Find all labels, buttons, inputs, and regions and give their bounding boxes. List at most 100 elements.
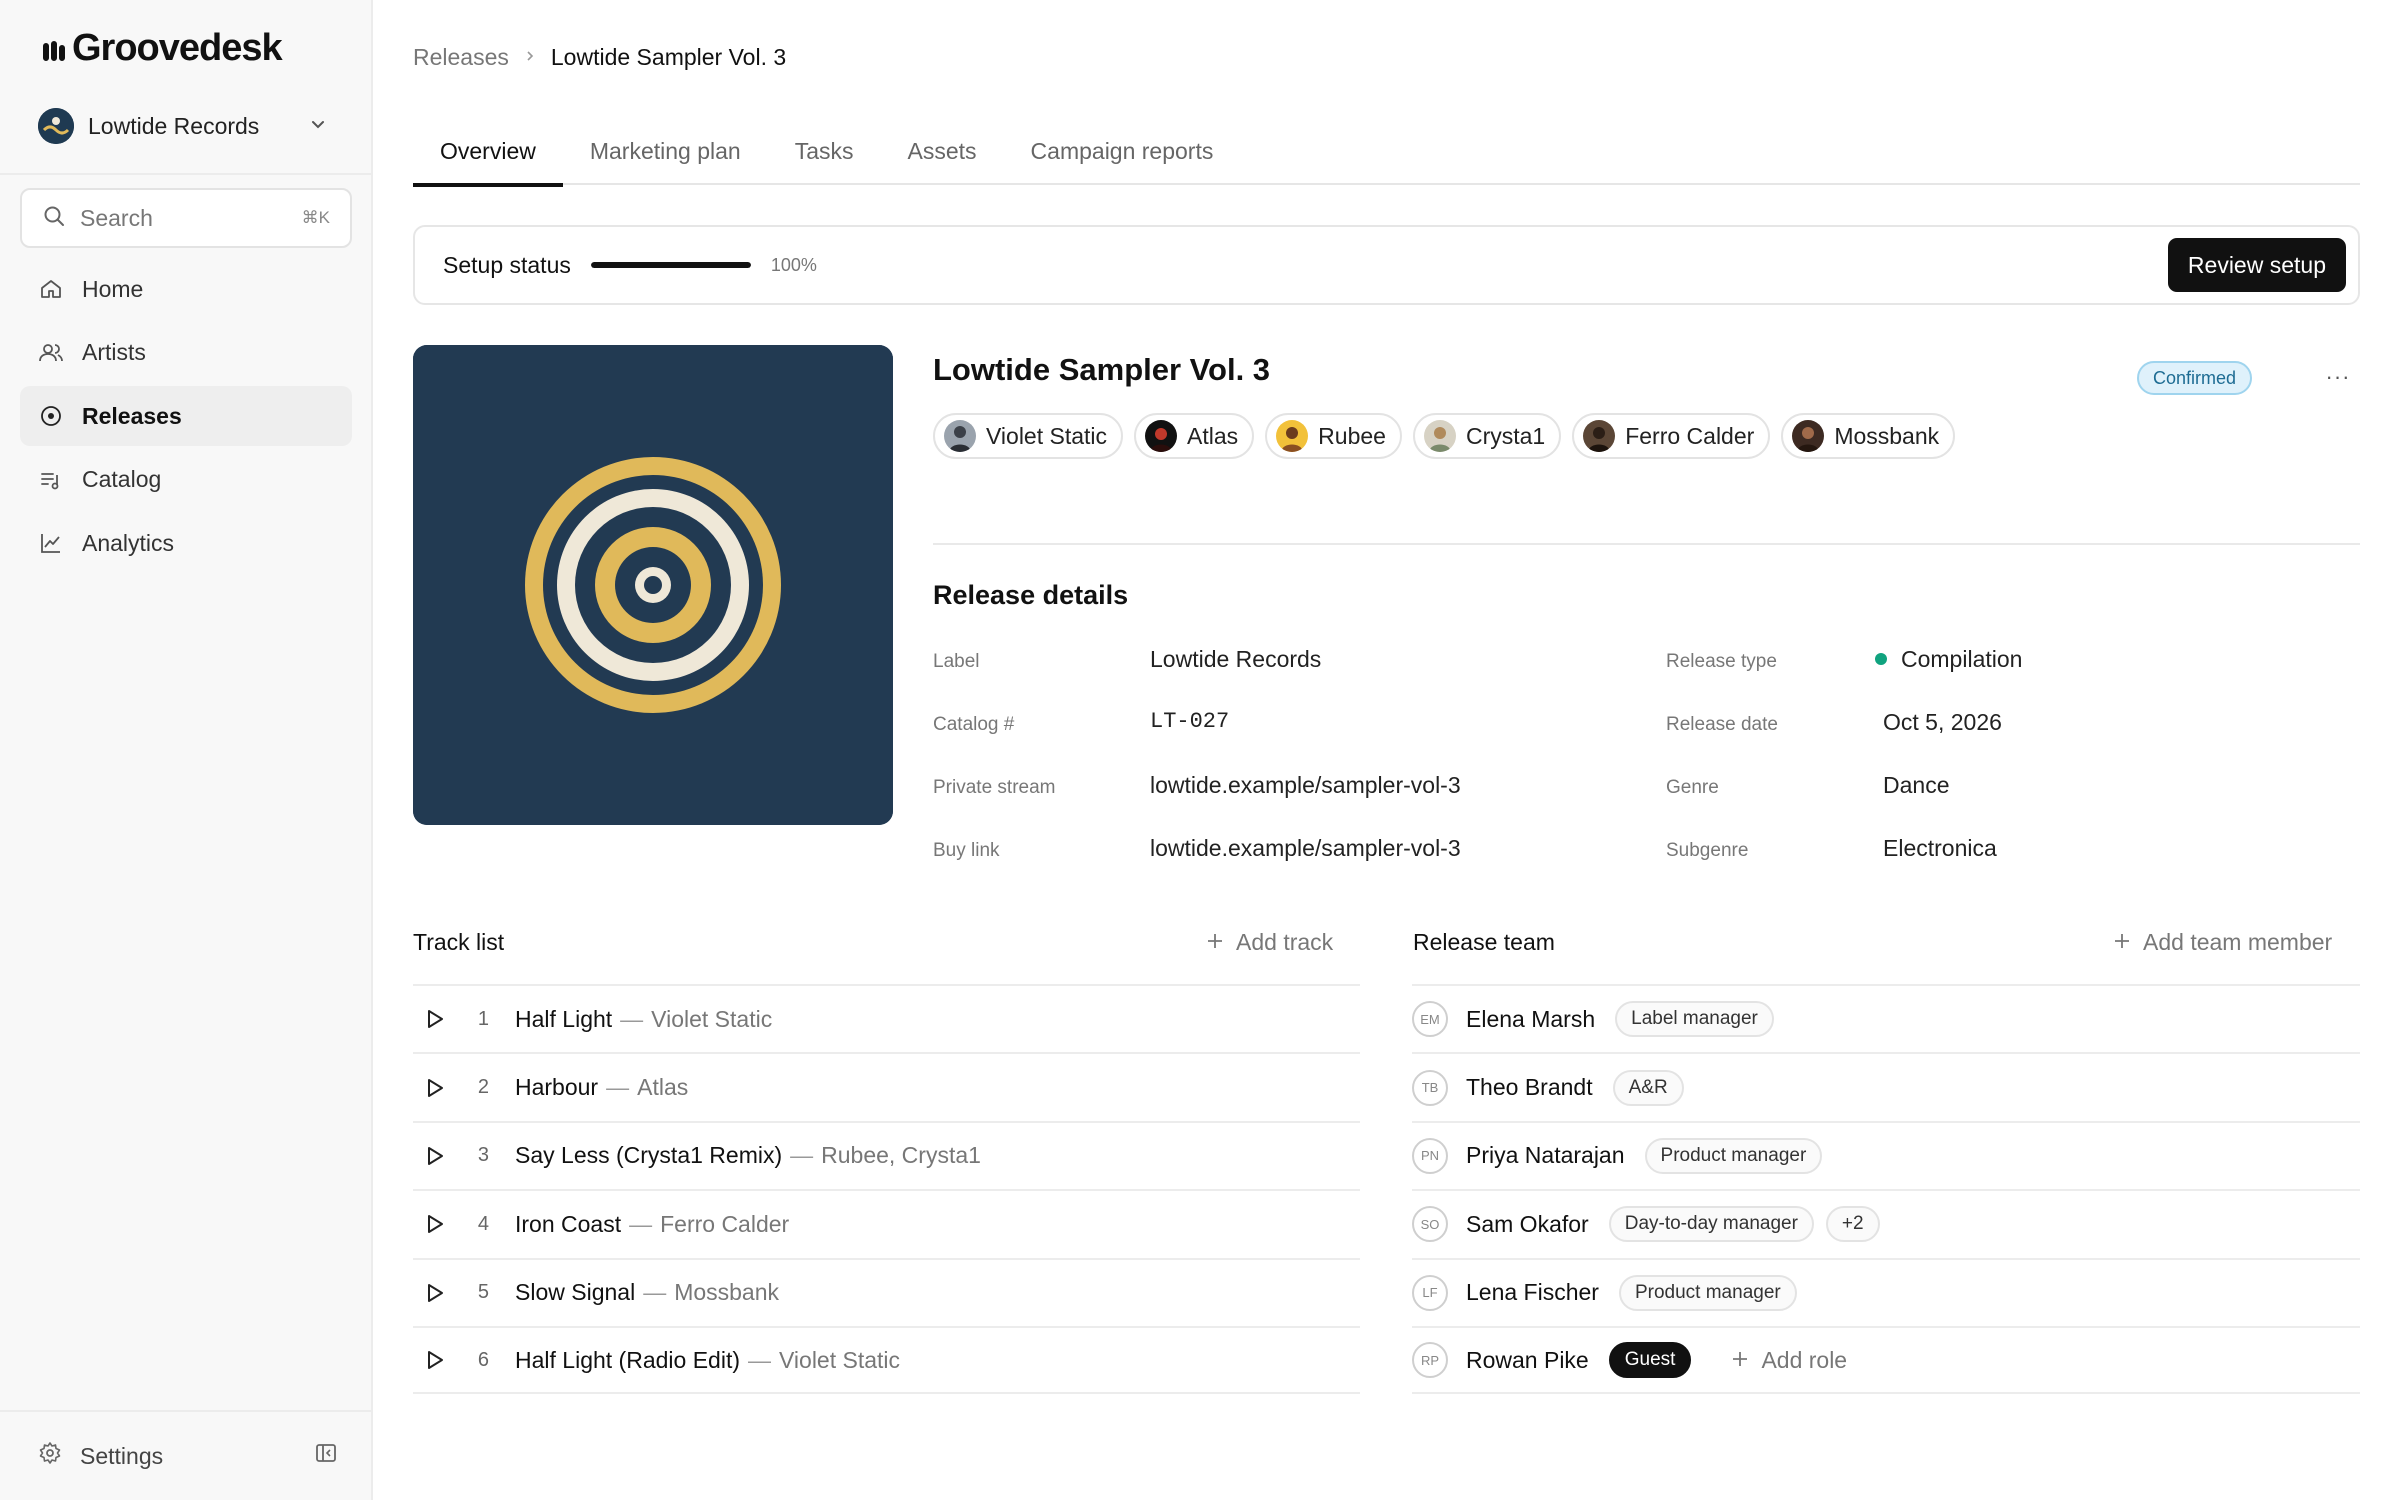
workspace-switcher[interactable]: Lowtide Records [38, 104, 328, 148]
play-icon[interactable] [413, 1008, 449, 1030]
breadcrumb: Releases Lowtide Sampler Vol. 3 [413, 40, 786, 74]
home-icon [38, 276, 64, 302]
avatar [1583, 420, 1616, 452]
track-artist: Atlas [637, 1074, 689, 1101]
more-roles-badge[interactable]: +2 [1825, 1206, 1880, 1243]
avatar: SO [1412, 1206, 1448, 1243]
role-badge[interactable]: Label manager [1615, 1001, 1774, 1038]
table-row: 2 Harbour — Atlas [413, 1052, 1360, 1120]
sidebar-item-releases[interactable]: Releases [20, 386, 352, 446]
private-stream-link[interactable]: lowtide.example/sampler-vol-3 [1150, 772, 1461, 799]
track-title[interactable]: Half Light (Radio Edit) [515, 1347, 740, 1374]
track-list: 1 Half Light — Violet Static 2 Harbour —… [413, 984, 1360, 1395]
artist-chip[interactable]: Crysta1 [1412, 413, 1562, 459]
artist-chip[interactable]: Mossbank [1781, 413, 1956, 459]
role-badge[interactable]: A&R [1612, 1069, 1684, 1106]
play-icon[interactable] [413, 1077, 449, 1099]
sidebar-item-artists[interactable]: Artists [20, 323, 352, 383]
play-icon[interactable] [413, 1145, 449, 1167]
sidebar-item-home[interactable]: Home [20, 259, 352, 319]
release-cover-art [413, 345, 893, 825]
role-badge[interactable]: Product manager [1618, 1274, 1797, 1311]
workspace-avatar [38, 108, 74, 144]
role-badge[interactable]: Product manager [1644, 1137, 1823, 1174]
play-icon[interactable] [413, 1213, 449, 1235]
add-role-label: Add role [1761, 1346, 1848, 1373]
add-team-member-button[interactable]: Add team member [2113, 924, 2332, 960]
track-number: 1 [477, 1007, 489, 1030]
add-team-member-label: Add team member [2143, 928, 2333, 955]
sidebar-item-catalog[interactable]: Catalog [20, 450, 352, 510]
avatar: PN [1412, 1137, 1448, 1174]
member-name[interactable]: Rowan Pike [1466, 1347, 1589, 1374]
add-track-button[interactable]: Add track [1206, 924, 1333, 960]
member-name[interactable]: Priya Natarajan [1466, 1142, 1625, 1169]
list-item: TB Theo Brandt A&R [1412, 1052, 2360, 1120]
sidebar-bottom-divider [0, 1410, 371, 1412]
tab-assets[interactable]: Assets [881, 118, 1004, 185]
tab-campaign-reports[interactable]: Campaign reports [1004, 118, 1241, 185]
track-title[interactable]: Say Less (Crysta1 Remix) [515, 1142, 782, 1169]
play-icon[interactable] [413, 1349, 449, 1371]
collapse-sidebar-icon[interactable] [314, 1441, 338, 1471]
sidebar-nav: Home Artists Releases Catalog Analytics [20, 259, 352, 577]
setup-progress-text: 100% [770, 254, 817, 275]
disc-icon [38, 403, 64, 429]
release-title: Lowtide Sampler Vol. 3 [933, 352, 1271, 387]
track-title[interactable]: Iron Coast [515, 1211, 621, 1238]
play-icon[interactable] [413, 1282, 449, 1304]
artist-chips: Violet Static Atlas Rubee Crysta1 Ferro … [933, 413, 1956, 459]
detail-label: Catalog # [933, 714, 1015, 735]
list-item: RP Rowan Pike Guest Add role [1412, 1325, 2360, 1395]
search-shortcut: ⌘K [301, 208, 330, 227]
setup-progress-bar [590, 262, 751, 268]
artist-chip[interactable]: Violet Static [933, 413, 1124, 459]
detail-label: Private stream [933, 777, 1056, 798]
brand-logo[interactable]: Groovedesk [40, 24, 283, 72]
avatar [1145, 420, 1178, 452]
sidebar-item-settings[interactable]: Settings [38, 1436, 338, 1476]
status-dot-icon [1875, 652, 1887, 665]
track-title[interactable]: Harbour [515, 1074, 598, 1101]
track-title[interactable]: Half Light [515, 1006, 612, 1033]
artist-chip[interactable]: Atlas [1134, 413, 1255, 459]
search-input[interactable]: Search ⌘K [20, 188, 352, 248]
add-role-button[interactable]: Add role [1731, 1347, 1847, 1374]
avatar [1792, 420, 1825, 452]
track-title[interactable]: Slow Signal [515, 1279, 635, 1306]
table-row: 3 Say Less (Crysta1 Remix) — Rubee, Crys… [413, 1120, 1360, 1189]
more-options-icon[interactable]: ··· [2323, 362, 2353, 392]
release-details-heading: Release details [933, 580, 1129, 610]
tab-marketing-plan[interactable]: Marketing plan [563, 118, 768, 185]
track-separator: — [620, 1005, 644, 1032]
member-name[interactable]: Elena Marsh [1466, 1006, 1595, 1033]
chart-line-icon [38, 530, 64, 556]
role-badge[interactable]: Day-to-day manager [1608, 1206, 1814, 1243]
detail-label: Genre [1666, 777, 1719, 798]
member-name[interactable]: Sam Okafor [1466, 1211, 1589, 1238]
track-separator: — [643, 1279, 667, 1306]
team-list: EM Elena Marsh Label manager TB Theo Bra… [1412, 984, 2360, 1395]
groovedesk-logo-icon [40, 33, 66, 63]
artist-chip[interactable]: Rubee [1265, 413, 1402, 459]
artist-chip[interactable]: Ferro Calder [1572, 413, 1771, 459]
member-name[interactable]: Theo Brandt [1466, 1074, 1593, 1101]
sidebar-item-analytics[interactable]: Analytics [20, 513, 352, 573]
artist-name: Rubee [1318, 422, 1386, 449]
users-icon [38, 340, 64, 366]
gear-icon [38, 1441, 62, 1471]
tab-tasks[interactable]: Tasks [768, 118, 881, 185]
role-badge[interactable]: Guest [1608, 1342, 1692, 1379]
artist-name: Crysta1 [1465, 422, 1546, 449]
buy-link[interactable]: lowtide.example/sampler-vol-3 [1150, 835, 1461, 862]
track-number: 5 [477, 1281, 489, 1304]
setup-progress-fill [590, 262, 751, 268]
member-name[interactable]: Lena Fischer [1466, 1279, 1599, 1306]
track-artist: Violet Static [651, 1005, 773, 1032]
review-setup-button[interactable]: Review setup [2167, 238, 2346, 292]
tab-overview[interactable]: Overview [413, 118, 563, 187]
track-separator: — [790, 1142, 814, 1169]
breadcrumb-releases-link[interactable]: Releases [413, 44, 509, 71]
track-separator: — [629, 1210, 653, 1237]
chevron-down-icon [308, 114, 328, 139]
